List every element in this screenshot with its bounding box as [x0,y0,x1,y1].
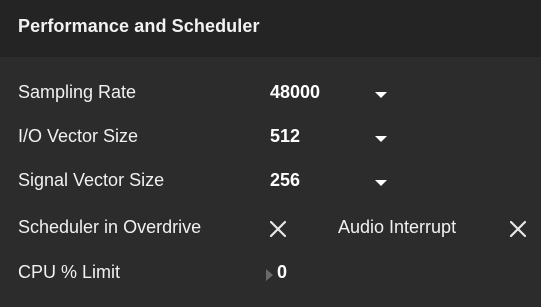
cpu-limit-row: CPU % Limit 0 [0,254,541,294]
signal-vector-size-label: Signal Vector Size [18,170,165,190]
audio-interrupt-label: Audio Interrupt [338,217,457,237]
scheduler-overdrive-row: Scheduler in Overdrive Audio Interrupt [0,209,541,249]
audio-interrupt-toggle[interactable] [508,219,528,239]
triangle-right-icon [266,269,273,281]
chevron-down-icon [375,136,387,142]
scheduler-overdrive-label: Scheduler in Overdrive [18,217,202,237]
cpu-limit-value: 0 [277,262,288,282]
io-vector-size-value: 512 [270,126,301,146]
sampling-rate-label: Sampling Rate [18,82,137,102]
panel-title: Performance and Scheduler [0,0,541,57]
sampling-rate-value: 48000 [270,82,321,102]
signal-vector-size-value: 256 [270,170,301,190]
io-vector-size-dropdown[interactable]: 512 [262,118,412,158]
sampling-rate-row: Sampling Rate 48000 [0,74,541,114]
signal-vector-size-row: Signal Vector Size 256 [0,162,541,202]
x-icon [509,220,527,238]
io-vector-size-row: I/O Vector Size 512 [0,118,541,158]
performance-scheduler-panel: Performance and Scheduler Sampling Rate … [0,0,541,307]
signal-vector-size-dropdown[interactable]: 256 [262,162,412,202]
chevron-down-icon [375,92,387,98]
cpu-limit-label: CPU % Limit [18,262,121,282]
x-icon [269,220,287,238]
sampling-rate-dropdown[interactable]: 48000 [262,74,412,114]
cpu-limit-number-box[interactable]: 0 [266,254,326,294]
io-vector-size-label: I/O Vector Size [18,126,139,146]
chevron-down-icon [375,180,387,186]
scheduler-overdrive-toggle[interactable] [268,219,288,239]
